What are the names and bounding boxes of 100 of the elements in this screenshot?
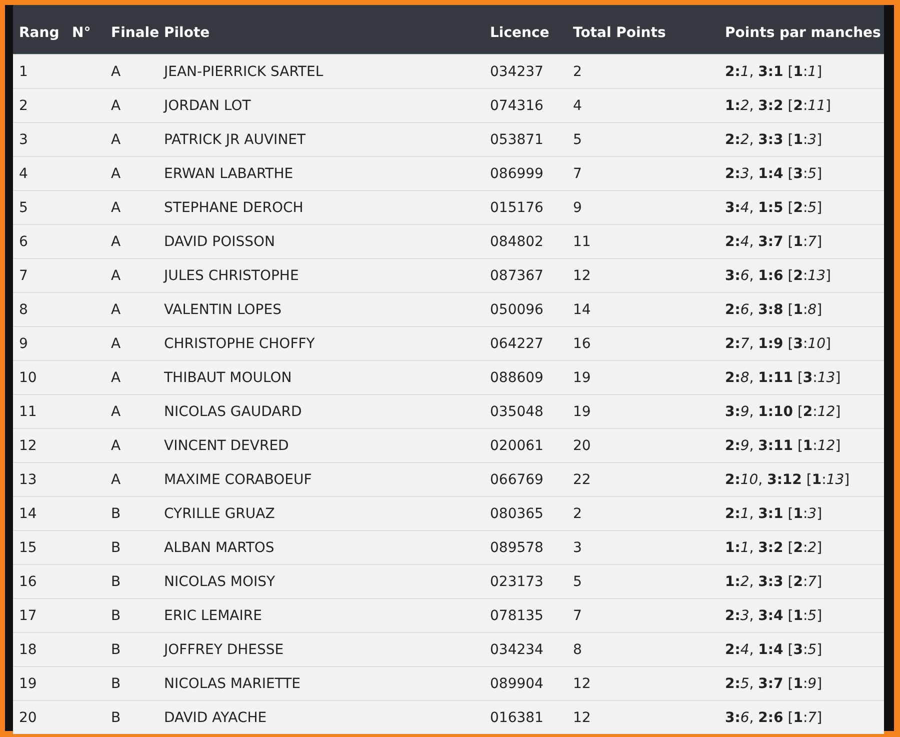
table-cell: 086999 [490, 166, 544, 182]
table-cell: 2 [19, 98, 28, 114]
table-cell: 6 [19, 234, 28, 250]
column-header: Pilote [164, 24, 210, 40]
table-cell: 4 [19, 166, 28, 182]
table-cell: 22 [573, 472, 591, 488]
table-cell: JEAN-PIERRICK SARTEL [164, 64, 324, 80]
table-cell: 2:3, 3:4 [1:5] [725, 608, 822, 624]
table-cell: 2:2, 3:3 [1:3] [725, 132, 822, 148]
table-cell: 7 [19, 268, 28, 284]
table-cell: A [111, 234, 121, 250]
table-cell: 1:2, 3:3 [2:7] [725, 574, 822, 590]
table-cell: 2 [573, 64, 582, 80]
table-cell: VALENTIN LOPES [164, 302, 282, 318]
table-cell: VINCENT DEVRED [164, 438, 289, 454]
table-cell: 2:9, 3:11 [1:12] [725, 438, 841, 454]
table-cell: B [111, 608, 121, 624]
table-cell: 2:4, 1:4 [3:5] [725, 642, 822, 658]
table-cell: A [111, 268, 121, 284]
column-header: Finale [111, 24, 160, 40]
table-cell: 1:1, 3:2 [2:2] [725, 540, 822, 556]
table-cell: NICOLAS MARIETTE [164, 676, 300, 692]
table-cell: 089904 [490, 676, 544, 692]
table-cell: 053871 [490, 132, 544, 148]
table-cell: JULES CHRISTOPHE [164, 268, 299, 284]
table-cell: 5 [573, 574, 582, 590]
table-cell: 034234 [490, 642, 544, 658]
table-cell: 16 [573, 336, 591, 352]
table-cell: THIBAUT MOULON [164, 370, 292, 386]
table-cell: 2:6, 3:8 [1:8] [725, 302, 822, 318]
column-header: Total Points [573, 24, 666, 40]
table-cell: JORDAN LOT [164, 98, 251, 114]
table-cell: 050096 [490, 302, 544, 318]
table-cell: A [111, 200, 121, 216]
column-header: Rang [19, 24, 60, 40]
table-cell: 078135 [490, 608, 544, 624]
table-cell: 15 [19, 540, 37, 556]
table-cell: 2:1, 3:1 [1:1] [725, 64, 822, 80]
table-cell: ERWAN LABARTHE [164, 166, 294, 182]
table-cell: MAXIME CORABOEUF [164, 472, 312, 488]
table-cell: A [111, 404, 121, 420]
table-cell: 2 [573, 506, 582, 522]
table-cell: 1:2, 3:2 [2:11] [725, 98, 831, 114]
table-cell: DAVID AYACHE [164, 710, 267, 726]
table-cell: 16 [19, 574, 37, 590]
table-cell: 19 [573, 370, 591, 386]
table-cell: 035048 [490, 404, 544, 420]
table-cell: B [111, 506, 121, 522]
table-cell: 11 [573, 234, 591, 250]
table-cell: 19 [573, 404, 591, 420]
table-cell: 2:1, 3:1 [1:3] [725, 506, 822, 522]
table-cell: STEPHANE DEROCH [164, 200, 304, 216]
table-cell: 12 [19, 438, 37, 454]
table-cell: 3:6, 1:6 [2:13] [725, 268, 831, 284]
table-cell: 7 [573, 166, 582, 182]
table-cell: 3:6, 2:6 [1:7] [725, 710, 822, 726]
table-cell: A [111, 132, 121, 148]
table-cell: PATRICK JR AUVINET [164, 132, 306, 148]
table-cell: NICOLAS MOISY [164, 574, 276, 590]
table-cell: 3:9, 1:10 [2:12] [725, 404, 841, 420]
column-header: N° [72, 24, 91, 40]
table-cell: 064227 [490, 336, 544, 352]
table-cell: 20 [19, 710, 37, 726]
table-cell: B [111, 574, 121, 590]
table-cell: 19 [19, 676, 37, 692]
table-cell: ALBAN MARTOS [164, 540, 274, 556]
table-cell: 12 [573, 710, 591, 726]
table-cell: A [111, 64, 121, 80]
table-cell: 8 [19, 302, 28, 318]
table-cell: 2:5, 3:7 [1:9] [725, 676, 822, 692]
table-cell: A [111, 370, 121, 386]
table-cell: B [111, 540, 121, 556]
table-cell: 5 [19, 200, 28, 216]
table-cell: 2:4, 3:7 [1:7] [725, 234, 822, 250]
table-cell: 2:8, 1:11 [3:13] [725, 370, 841, 386]
table-cell: 18 [19, 642, 37, 658]
table-cell: A [111, 472, 121, 488]
table-cell: A [111, 98, 121, 114]
table-cell: 023173 [490, 574, 544, 590]
table-cell: 20 [573, 438, 591, 454]
table-cell: 7 [573, 608, 582, 624]
table-cell: B [111, 642, 121, 658]
table-cell: 084802 [490, 234, 544, 250]
table-cell: 2:10, 3:12 [1:13] [725, 472, 850, 488]
table-cell: 088609 [490, 370, 544, 386]
table-cell: A [111, 438, 121, 454]
table-cell: 034237 [490, 64, 544, 80]
table-cell: 074316 [490, 98, 544, 114]
table-cell: NICOLAS GAUDARD [164, 404, 302, 420]
table-cell: 3:4, 1:5 [2:5] [725, 200, 822, 216]
table-cell: 13 [19, 472, 37, 488]
table-cell: 2:3, 1:4 [3:5] [725, 166, 822, 182]
table-cell: 2:7, 1:9 [3:10] [725, 336, 831, 352]
table-cell: 3 [19, 132, 28, 148]
table-cell: 12 [573, 676, 591, 692]
table-cell: 1 [19, 64, 28, 80]
table-cell: 5 [573, 132, 582, 148]
table-cell: CHRISTOPHE CHOFFY [164, 336, 315, 352]
table-cell: 089578 [490, 540, 544, 556]
table-cell: 9 [19, 336, 28, 352]
